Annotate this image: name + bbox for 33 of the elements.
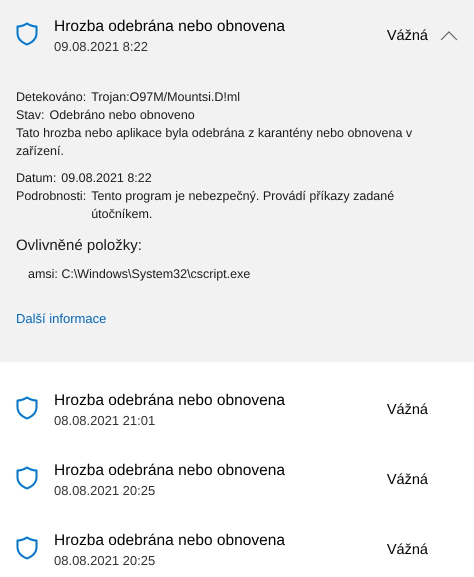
- shield-icon: [16, 22, 38, 46]
- field-value: Tento program je nebezpečný. Provádí příkazy zadané útočníkem.: [91, 188, 396, 223]
- threat-row[interactable]: Hrozba odebrána nebo obnovena 08.08.2021 20:25 Vážná: [0, 512, 474, 574]
- shield-icon: [16, 466, 38, 490]
- threat-date: 08.08.2021 20:25: [54, 482, 156, 500]
- field-label: Podrobnosti:: [16, 188, 86, 205]
- threat-date: 08.08.2021 20:25: [54, 552, 156, 570]
- affected-item: amsi: C:\Windows\System32\cscript.exe: [28, 266, 252, 283]
- chevron-up-icon[interactable]: [440, 31, 458, 41]
- field-label: Stav:: [16, 107, 44, 124]
- field-label: Datum:: [16, 170, 56, 187]
- threat-title: Hrozba odebrána nebo obnovena: [54, 17, 286, 37]
- threat-title: Hrozba odebrána nebo obnovena: [54, 461, 286, 481]
- threat-date: 08.08.2021 21:01: [54, 412, 156, 430]
- threat-title: Hrozba odebrána nebo obnovena: [54, 531, 286, 551]
- description-text: Tato hrozba nebo aplikace byla odebrána z karantény nebo obnovena v zařízení.: [16, 125, 414, 160]
- field-value: Trojan:O97M/Mountsi.D!ml: [91, 89, 240, 106]
- field-value: 09.08.2021 8:22: [61, 170, 152, 187]
- severity-label: Vážná: [386, 402, 428, 418]
- field-value: Odebráno nebo obnoveno: [50, 107, 195, 124]
- shield-icon: [16, 536, 38, 560]
- shield-icon: [16, 396, 38, 420]
- affected-heading: Ovlivněné položky:: [16, 236, 143, 256]
- more-info-link[interactable]: Další informace: [16, 310, 106, 328]
- threat-row[interactable]: Hrozba odebrána nebo obnovena 09.08.2021 8:22 Vážná: [0, 0, 474, 60]
- threat-row[interactable]: Hrozba odebrána nebo obnovena 08.08.2021 20:25 Vážná: [0, 442, 474, 504]
- severity-label: Vážná: [386, 542, 428, 558]
- field-label: Detekováno:: [16, 89, 86, 106]
- severity-label: Vážná: [386, 472, 428, 488]
- threat-row[interactable]: Hrozba odebrána nebo obnovena 08.08.2021 21:01 Vážná: [0, 372, 474, 434]
- threat-date: 09.08.2021 8:22: [54, 38, 149, 56]
- severity-label: Vážná: [386, 28, 428, 44]
- threat-title: Hrozba odebrána nebo obnovena: [54, 391, 286, 411]
